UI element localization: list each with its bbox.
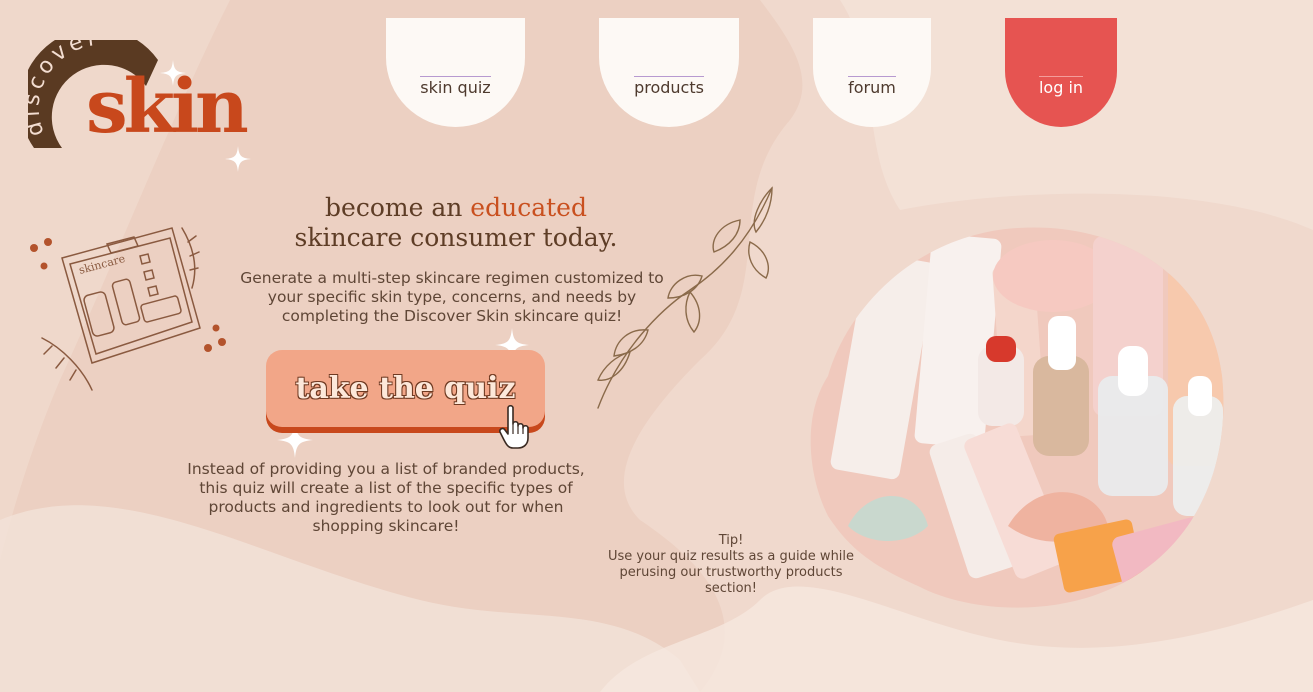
sparkle-icon [225, 146, 251, 172]
quiz-explanation: Instead of providing you a list of brand… [187, 460, 585, 535]
nav-forum-label: forum [848, 76, 896, 97]
hero-headline: become an educated skincare consumer tod… [262, 193, 650, 253]
login-button[interactable]: log in [1005, 18, 1117, 127]
hero-description: Generate a multi-step skincare regimen c… [240, 269, 664, 325]
skincare-products-photo [810, 227, 1224, 608]
login-label: log in [1038, 76, 1084, 97]
nav-products-label: products [634, 76, 704, 97]
headline-accent: educated [470, 193, 587, 222]
headline-prefix: become an [325, 193, 471, 222]
pointer-hand-icon [499, 404, 529, 449]
sparkle-icon [277, 422, 313, 458]
take-quiz-label: take the quiz [295, 371, 516, 406]
sparkle-icon [160, 60, 186, 86]
nav-skin-quiz-label: skin quiz [420, 76, 491, 97]
skincare-clipboard-doodle: skincare [30, 227, 226, 391]
headline-line2: skincare consumer today. [294, 223, 618, 252]
